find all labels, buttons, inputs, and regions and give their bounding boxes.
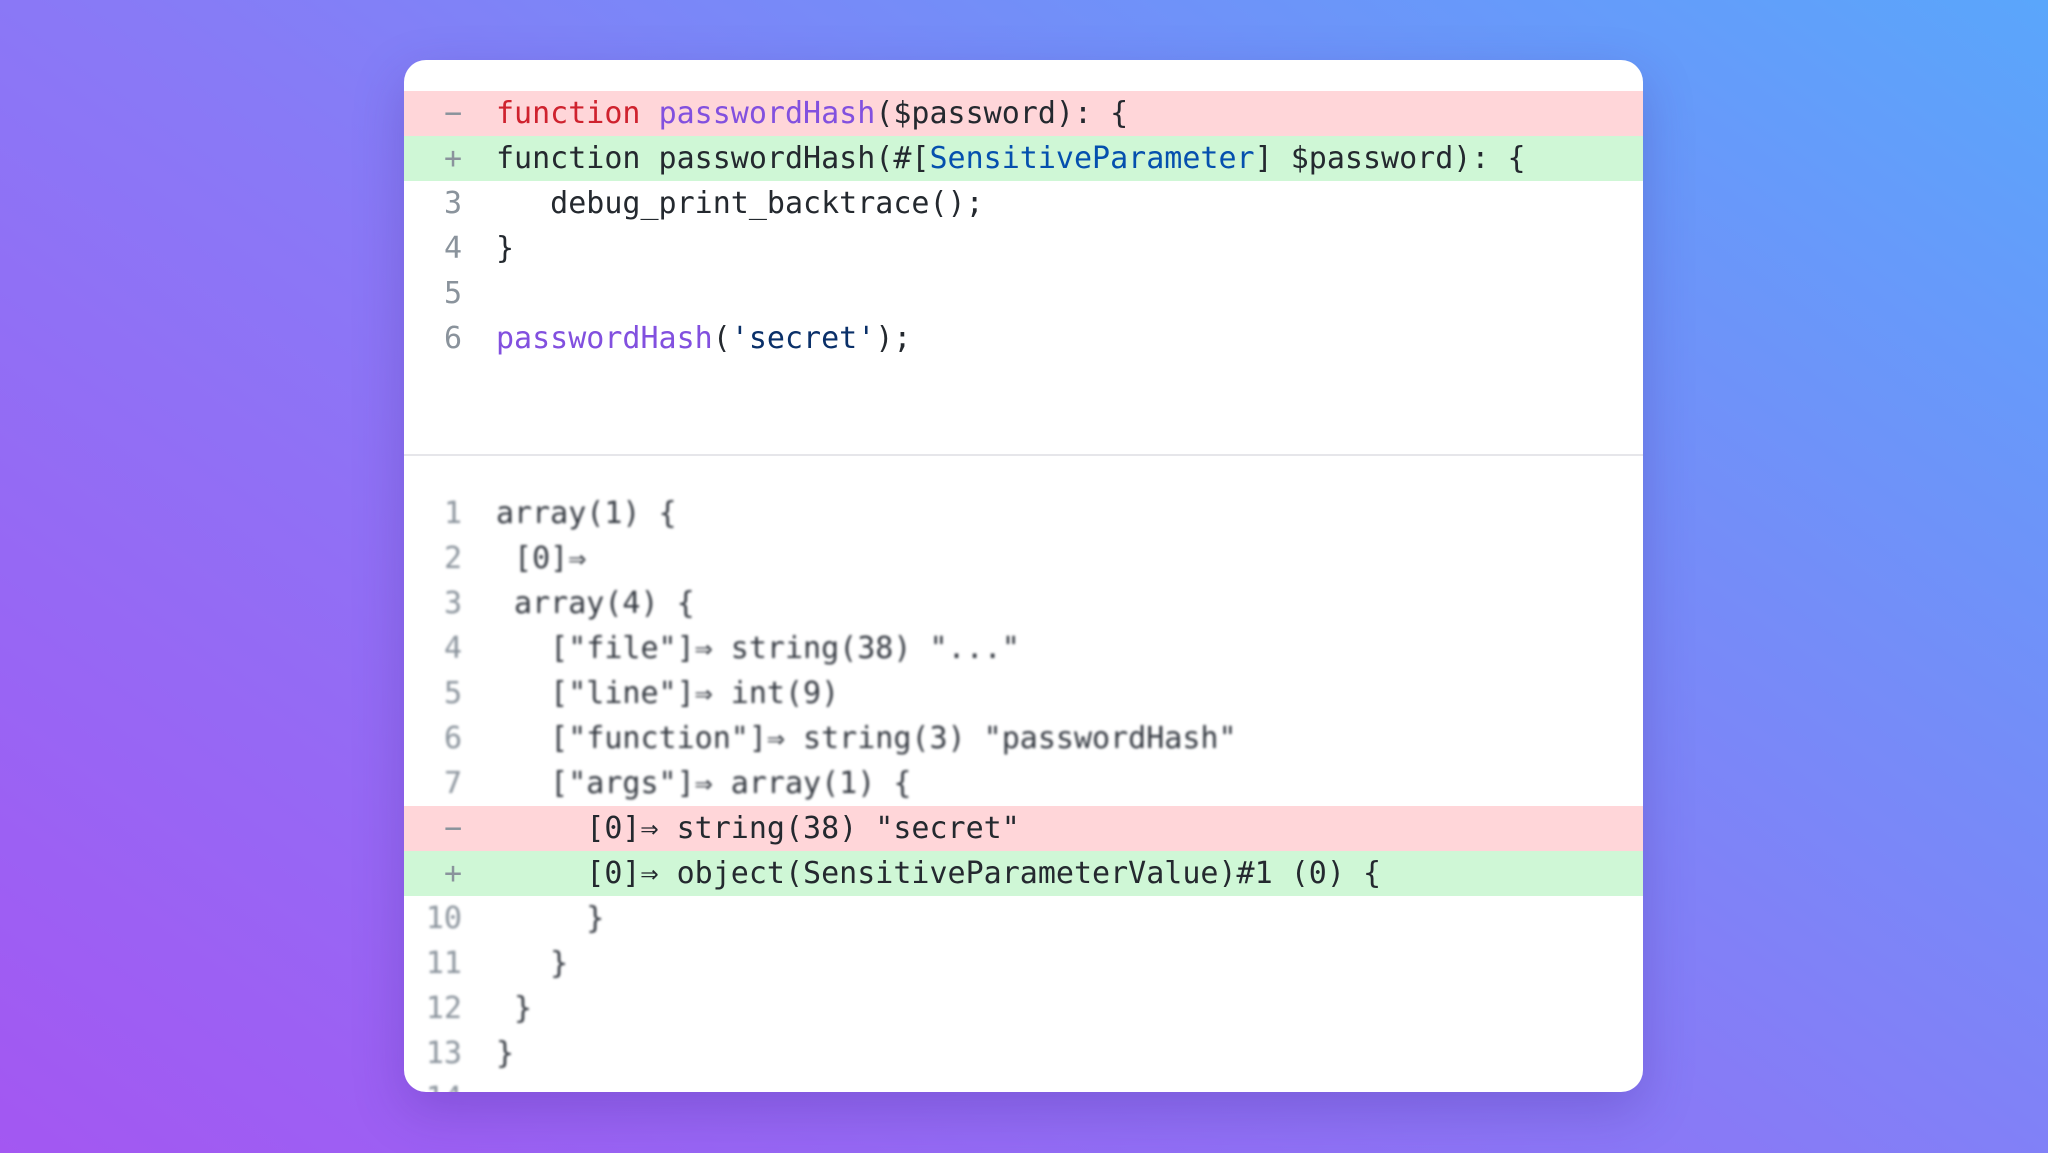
code-text: ["args"]⇒ array(1) { [496,761,1643,806]
code-text: [0]⇒ [496,536,1643,581]
line-marker: 14 [404,1076,462,1092]
line-marker: 4 [443,631,462,666]
output-line-normal: 10 } [404,896,1643,941]
code-token: } [496,901,605,936]
code-text: ["line"]⇒ int(9) [496,671,1643,716]
line-marker: 5 [443,276,462,311]
line-marker: 1 [443,496,462,531]
line-marker: 2 [443,541,462,576]
code-text: function passwordHash($password): { [496,91,1643,136]
line-marker: − [443,811,462,846]
output-line-normal: 5 ["line"]⇒ int(9) [404,671,1643,716]
output-line-normal: 11 } [404,941,1643,986]
output-line-normal: 2 [0]⇒ [404,536,1643,581]
output-line-normal: 1 array(1) { [404,491,1643,536]
code-text: passwordHash('secret'); [496,316,1643,361]
code-token: } [496,946,569,981]
code-token: ($password): { [875,96,1129,131]
backtrace-output-diff: 1 array(1) {2 [0]⇒ 3 array(4) {4 ["file"]⇒… [404,491,1643,1092]
code-diff-card: − function passwordHash($password): {+ fun… [404,60,1643,1092]
source-line-normal: 6 passwordHash('secret'); [404,316,1643,361]
source-line-normal: 5 [404,271,1643,316]
code-token: [0]⇒ string(38) "secret" [496,811,1020,846]
code-token: } [496,231,515,266]
line-marker: 11 [425,946,462,981]
source-line-added: + function passwordHash(#[SensitiveParame… [404,136,1643,181]
source-line-removed: − function passwordHash($password): { [404,91,1643,136]
code-token: [0]⇒ [496,541,587,576]
code-token: array(4) { [496,586,695,621]
line-marker: 5 [443,676,462,711]
output-line-removed: − [0]⇒ string(38) "secret" [404,806,1643,851]
code-token: ] $password): { [1254,141,1526,176]
output-line-normal: 12 } [404,986,1643,1031]
output-line-normal: 6 ["function"]⇒ string(3) "passwordHash" [404,716,1643,761]
code-text: ["function"]⇒ string(3) "passwordHash" [496,716,1643,761]
line-marker: 6 [443,321,462,356]
line-marker: 13 [425,1036,462,1071]
line-marker: 12 [425,991,462,1026]
line-marker: − [443,96,462,131]
code-text: debug_print_backtrace(); [496,181,1643,226]
code-token: ); [875,321,912,356]
code-text: } [496,986,1643,1031]
code-token: [0]⇒ object(SensitiveParameterValue)#1 (… [496,856,1382,891]
code-text: array(1) { [496,491,1643,536]
code-token: SensitiveParameter [929,141,1255,176]
line-marker: 4 [443,231,462,266]
code-text: function passwordHash(#[SensitiveParamet… [496,136,1643,181]
output-line-normal: 7 ["args"]⇒ array(1) { [404,761,1643,806]
code-token: ["args"]⇒ array(1) { [496,766,912,801]
code-token: ["file"]⇒ string(38) "..." [496,631,1020,666]
code-token: passwordHash [496,321,713,356]
output-line-normal: 3 array(4) { [404,581,1643,626]
output-line-normal: 4 ["file"]⇒ string(38) "..." [404,626,1643,671]
code-token: function [496,96,641,131]
line-marker: 3 [443,586,462,621]
code-token: array(1) { [496,496,677,531]
line-marker: 10 [425,901,462,936]
code-text: [0]⇒ object(SensitiveParameterValue)#1 (… [496,851,1643,896]
source-line-normal: 3 debug_print_backtrace(); [404,181,1643,226]
line-marker: 6 [443,721,462,756]
code-token: function passwordHash(#[ [496,141,930,176]
line-marker: + [443,856,462,891]
line-marker: 3 [443,186,462,221]
code-token: ["line"]⇒ int(9) [496,676,840,711]
output-line-added: + [0]⇒ object(SensitiveParameterValue)#1… [404,851,1643,896]
line-marker: 7 [443,766,462,801]
code-text: [0]⇒ string(38) "secret" [496,806,1643,851]
section-divider [404,454,1643,456]
source-code-diff: − function passwordHash($password): {+ fun… [404,91,1643,361]
code-token: passwordHash [658,96,876,131]
line-marker: + [443,141,462,176]
code-text: array(4) { [496,581,1643,626]
output-line-normal: 14 [404,1076,1643,1092]
code-token: 'secret' [730,321,876,356]
code-text: } [496,1031,1643,1076]
code-text: ["file"]⇒ string(38) "..." [496,626,1643,671]
code-token: ["function"]⇒ string(3) "passwordHash" [496,721,1237,756]
code-text: } [496,226,1643,271]
output-line-normal: 13} [404,1031,1643,1076]
code-text: } [496,896,1643,941]
code-token: } [496,991,533,1026]
code-token: ( [712,321,731,356]
code-token: } [496,1036,515,1071]
source-line-normal: 4} [404,226,1643,271]
code-token: debug_print_backtrace(); [496,186,984,221]
code-text: } [496,941,1643,986]
